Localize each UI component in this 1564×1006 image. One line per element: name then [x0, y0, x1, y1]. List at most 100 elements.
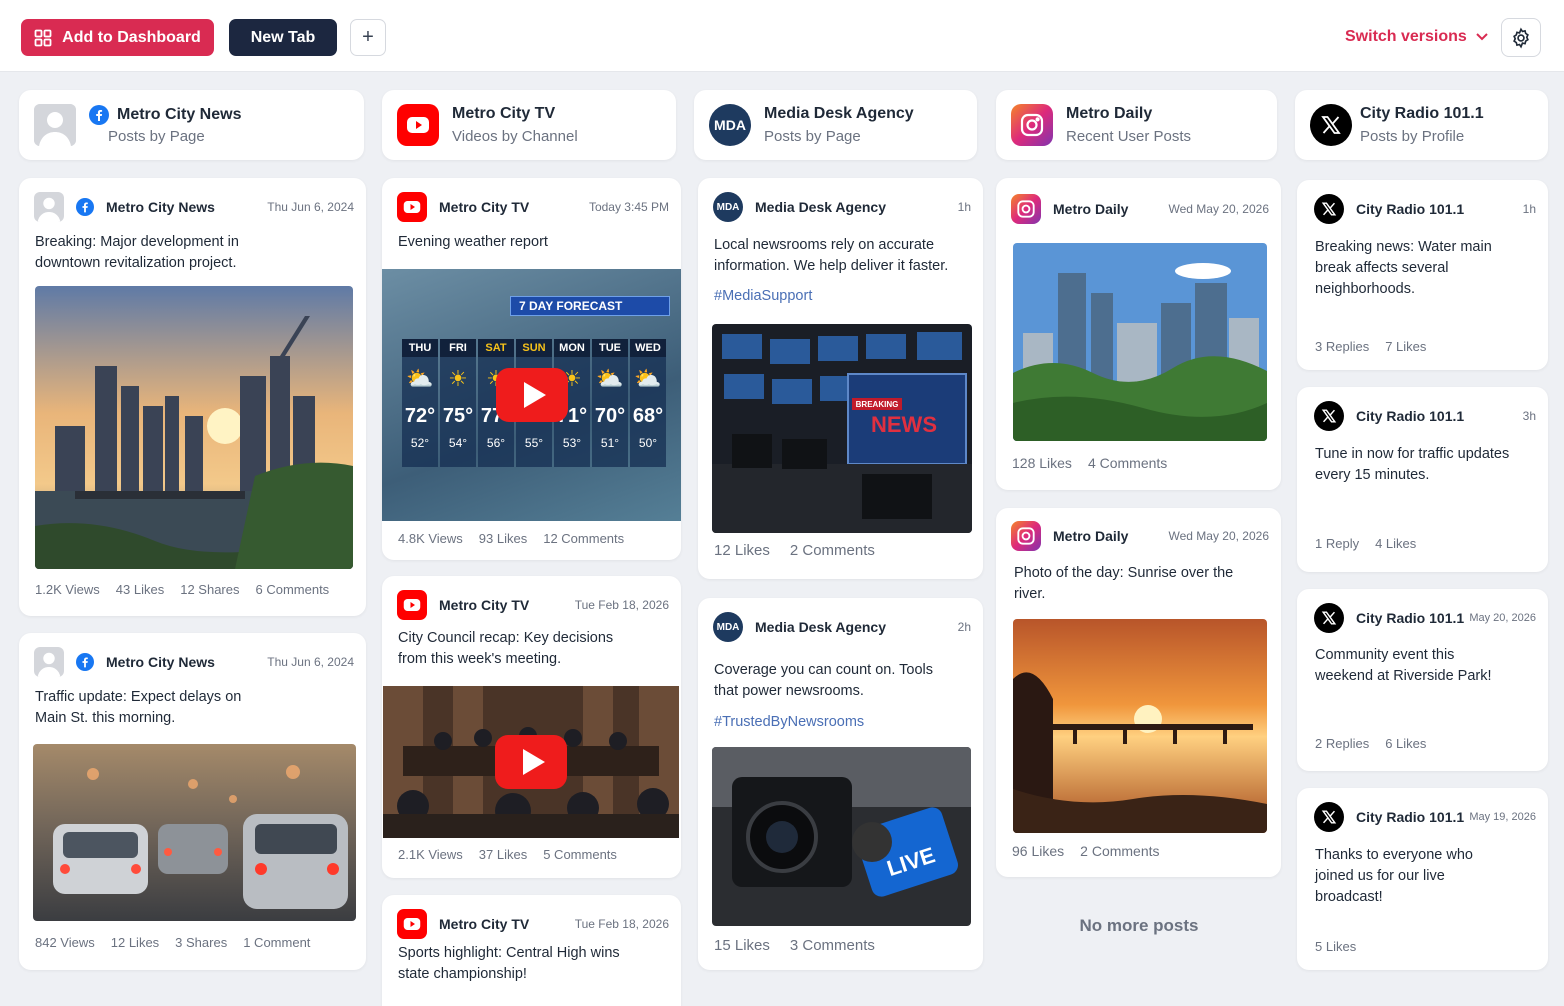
stat-comments: 4 Comments [1087, 455, 1168, 471]
post-card-x-3[interactable]: City Radio 101.1 May 20, 2026 Community … [1297, 589, 1548, 771]
post-image-newsroom[interactable]: BREAKING NEWS [712, 324, 972, 533]
stat-likes: 7 Likes [1385, 339, 1427, 354]
stat-likes: 6 Likes [1385, 736, 1427, 751]
post-image-camera-live[interactable]: LIVE [712, 747, 971, 926]
column-subtitle: Posts by Page [108, 128, 205, 145]
instagram-icon [1011, 194, 1041, 224]
avatar [34, 192, 64, 222]
post-author: Metro City News [106, 654, 215, 670]
video-thumbnail-council[interactable] [383, 686, 679, 838]
stat-views: 2.1K Views [398, 847, 463, 862]
post-text: Traffic update: Expect delays on Main St… [35, 689, 242, 726]
settings-button[interactable] [1501, 18, 1541, 57]
post-text: Sports highlight: Central High wins stat… [398, 945, 620, 982]
post-image-traffic[interactable] [33, 744, 356, 921]
dashboard-grid-icon [34, 29, 52, 46]
video-thumbnail-weather[interactable]: 7 DAY FORECAST THU ⛅ 72° 52° FRI ☀ 75° 54° SAT… [382, 269, 681, 521]
youtube-icon [397, 192, 427, 222]
hashtag-link[interactable]: #MediaSupport [714, 288, 812, 304]
stat-views: 842 Views [35, 935, 95, 950]
post-card-fb-1[interactable]: Metro City News Thu Jun 6, 2024 Breaking… [19, 178, 366, 616]
stat-likes: 93 Likes [478, 531, 528, 546]
column-title: Metro City TV [452, 105, 556, 122]
stat-views: 4.8K Views [398, 531, 463, 546]
x-logo-icon [1314, 603, 1344, 633]
add-tab-button[interactable]: + [350, 19, 386, 56]
post-text: Breaking: Major development in downtown … [35, 234, 239, 271]
column-header-city-radio[interactable]: City Radio 101.1 Posts by Profile [1295, 90, 1548, 160]
post-date: 2h [957, 620, 971, 634]
post-text: Community event this weekend at Riversid… [1315, 647, 1492, 684]
hashtag-link[interactable]: #TrustedByNewsrooms [714, 714, 864, 730]
post-card-yt-2[interactable]: Metro City TV Tue Feb 18, 2026 City Coun… [382, 576, 681, 878]
post-date: Thu Jun 6, 2024 [267, 200, 354, 214]
post-card-md-1[interactable]: MDA Media Desk Agency 1h Local newsrooms… [698, 178, 983, 579]
stat-shares: 12 Shares [180, 582, 240, 597]
post-date: Wed May 20, 2026 [1168, 202, 1269, 216]
post-image-skyline-day[interactable] [1013, 243, 1267, 441]
stat-replies: 2 Replies [1315, 736, 1370, 751]
gear-icon [1513, 27, 1529, 48]
x-logo-icon [1314, 401, 1344, 431]
play-button-icon[interactable] [495, 368, 568, 422]
post-card-ig-1[interactable]: Metro Daily Wed May 20, 2026 128 Likes 4… [996, 178, 1281, 490]
stat-replies: 3 Replies [1315, 339, 1370, 354]
no-more-posts-label: No more posts [1079, 916, 1199, 935]
post-image-city-skyline[interactable] [35, 286, 353, 569]
post-card-yt-3[interactable]: Metro City TV Tue Feb 18, 2026 Sports hi… [382, 895, 681, 1006]
post-date: Wed May 20, 2026 [1168, 529, 1269, 543]
column-header-metro-city-news[interactable]: Metro City News Posts by Page [19, 90, 364, 160]
mda-avatar: MDA [709, 104, 751, 146]
facebook-icon [89, 105, 109, 125]
stat-likes: 5 Likes [1315, 939, 1357, 954]
column-header-media-desk-agency[interactable]: MDA Media Desk Agency Posts by Page [694, 90, 977, 160]
post-text: Photo of the day: Sunrise over the river… [1014, 565, 1234, 602]
post-card-fb-2[interactable]: Metro City News Thu Jun 6, 2024 Traffic … [19, 633, 366, 970]
stat-comments: 2 Comments [1080, 843, 1160, 859]
stat-views: 1.2K Views [35, 582, 100, 597]
stat-likes: 15 Likes [714, 937, 770, 954]
plus-icon: + [362, 26, 374, 48]
avatar [34, 647, 64, 677]
new-tab-button[interactable]: New Tab [229, 19, 337, 56]
post-author: City Radio 101.1 [1356, 201, 1465, 217]
add-to-dashboard-button[interactable]: Add to Dashboard [21, 19, 214, 56]
post-card-md-2[interactable]: MDA Media Desk Agency 2h Coverage you ca… [698, 598, 983, 970]
post-card-x-1[interactable]: City Radio 101.1 1h Breaking news: Water… [1297, 180, 1548, 370]
post-card-ig-2[interactable]: Metro Daily Wed May 20, 2026 Photo of th… [996, 508, 1281, 877]
column-subtitle: Videos by Channel [452, 128, 578, 145]
column-title: Metro Daily [1066, 105, 1153, 122]
post-author: City Radio 101.1 [1356, 610, 1465, 626]
add-to-dashboard-label: Add to Dashboard [62, 28, 201, 46]
play-button-icon[interactable] [495, 735, 567, 789]
stat-likes: 43 Likes [115, 582, 165, 597]
switch-versions-dropdown[interactable]: Switch versions [1345, 28, 1489, 46]
chevron-down-icon [1476, 33, 1488, 41]
stat-comments: 12 Comments [543, 531, 625, 546]
post-text: Evening weather report [398, 234, 548, 250]
stat-comments: 3 Comments [789, 937, 875, 954]
post-author: Metro City TV [439, 199, 530, 215]
mda-avatar: MDA [713, 612, 743, 642]
forecast-day: TUE ⛅ 70° 51° [592, 339, 628, 467]
facebook-icon [76, 198, 94, 216]
post-date: Tue Feb 18, 2026 [574, 917, 669, 931]
column-header-metro-daily[interactable]: Metro Daily Recent User Posts [996, 90, 1277, 160]
new-tab-label: New Tab [250, 28, 316, 46]
stat-comments: 2 Comments [789, 542, 875, 559]
column-title: City Radio 101.1 [1360, 105, 1484, 122]
column-header-metro-city-tv[interactable]: Metro City TV Videos by Channel [382, 90, 676, 160]
forecast-day: WED ⛅ 68° 50° [630, 339, 666, 467]
post-image-sunrise-river[interactable] [1013, 619, 1267, 833]
x-logo-icon [1314, 802, 1344, 832]
post-card-x-2[interactable]: City Radio 101.1 3h Tune in now for traf… [1297, 387, 1548, 572]
post-text: Local newsrooms rely on accurate informa… [714, 237, 949, 274]
stat-likes: 128 Likes [1012, 455, 1072, 471]
youtube-icon [397, 104, 439, 146]
post-text: Coverage you can count on. Tools that po… [714, 662, 933, 699]
post-author: Metro City TV [439, 916, 530, 932]
post-card-yt-1[interactable]: Metro City TV Today 3:45 PM Evening weat… [382, 178, 681, 560]
post-card-x-4[interactable]: City Radio 101.1 May 19, 2026 Thanks to … [1297, 788, 1548, 970]
stat-likes: 37 Likes [478, 847, 528, 862]
stat-likes: 96 Likes [1012, 843, 1065, 859]
